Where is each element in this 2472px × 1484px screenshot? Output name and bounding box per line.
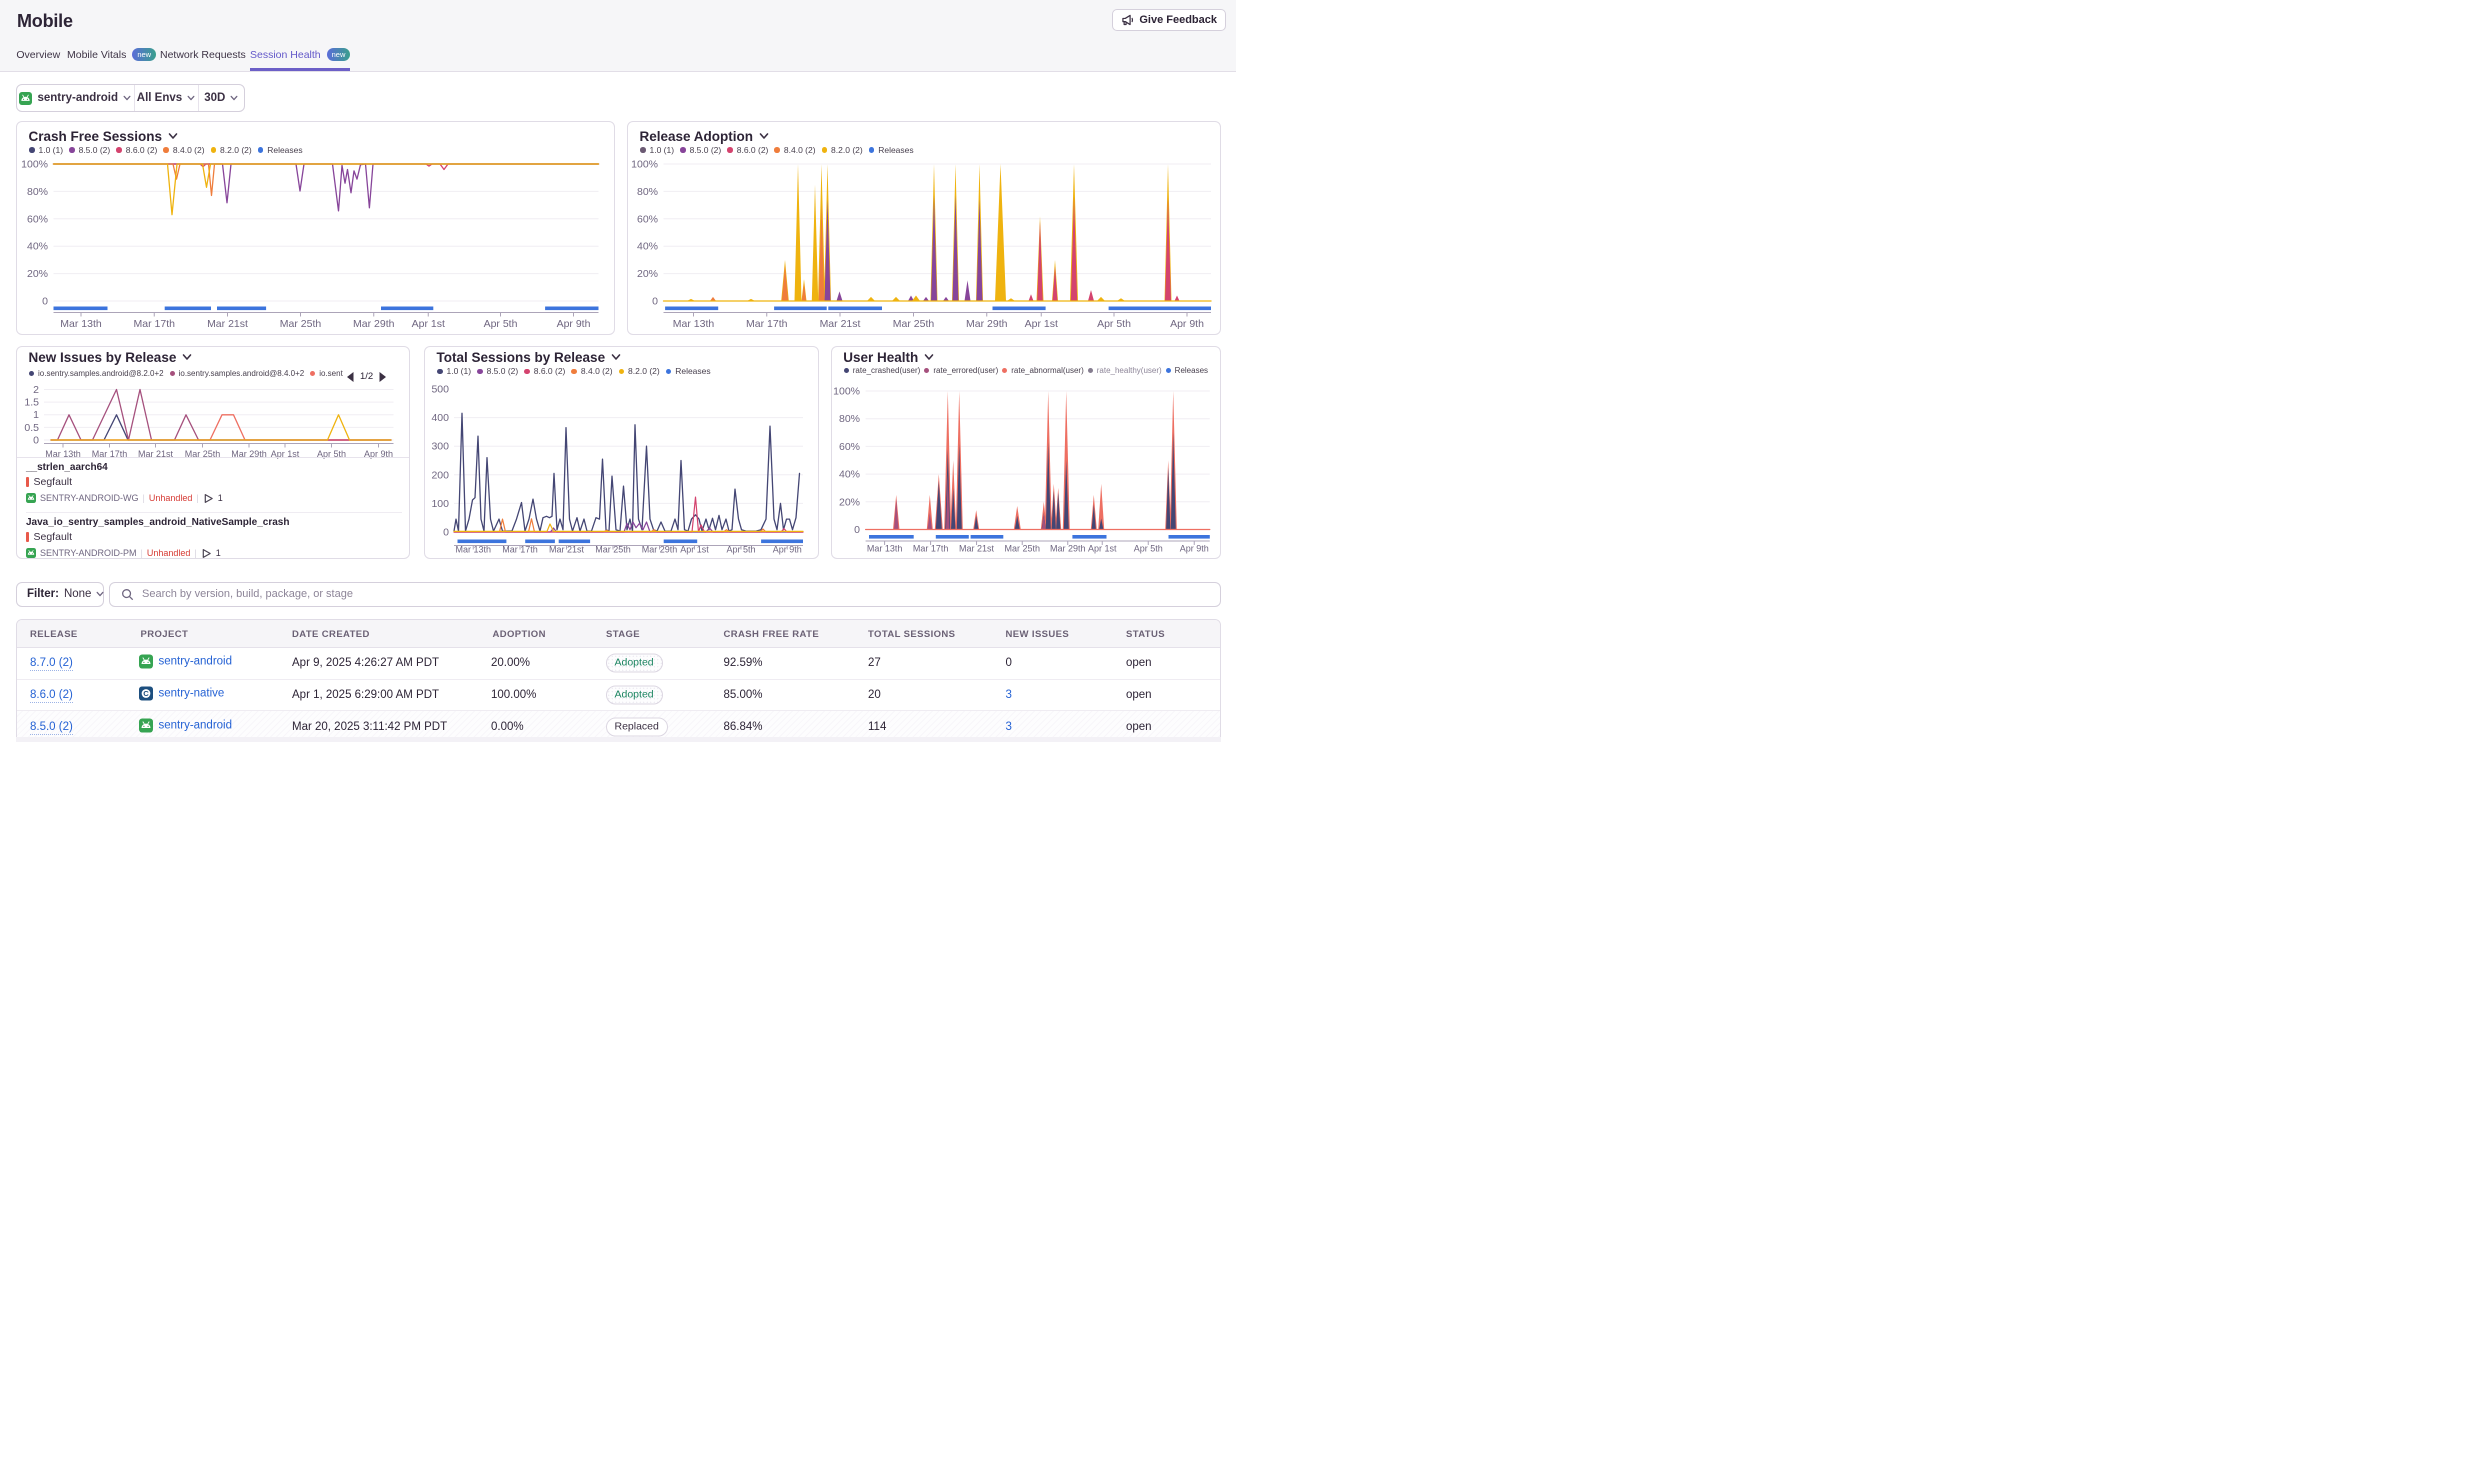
svg-text:Mar 13th: Mar 13th: [673, 318, 715, 330]
svg-text:40%: 40%: [27, 240, 48, 252]
svg-text:0: 0: [33, 435, 39, 447]
svg-text:Apr 5th: Apr 5th: [484, 318, 518, 330]
svg-text:Mar 13th: Mar 13th: [60, 318, 102, 330]
svg-text:Apr 5th: Apr 5th: [726, 545, 755, 555]
svg-text:Apr 9th: Apr 9th: [1179, 544, 1208, 554]
svg-text:300: 300: [431, 441, 449, 453]
svg-text:0: 0: [854, 524, 860, 536]
svg-text:40%: 40%: [637, 240, 658, 252]
svg-text:Mar 21st: Mar 21st: [207, 318, 248, 330]
svg-text:100%: 100%: [833, 386, 860, 398]
svg-text:60%: 60%: [27, 213, 48, 225]
svg-text:Mar 21st: Mar 21st: [820, 318, 861, 330]
svg-text:Mar 17th: Mar 17th: [134, 318, 176, 330]
svg-text:Mar 17th: Mar 17th: [746, 318, 788, 330]
svg-text:Apr 5th: Apr 5th: [1133, 544, 1162, 554]
svg-text:0: 0: [443, 527, 449, 539]
svg-text:Mar 29th: Mar 29th: [353, 318, 395, 330]
svg-text:0: 0: [652, 295, 658, 307]
svg-text:60%: 60%: [839, 441, 860, 453]
svg-text:Mar 13th: Mar 13th: [867, 544, 903, 554]
svg-text:400: 400: [431, 412, 449, 424]
svg-text:C: C: [143, 689, 149, 698]
svg-text:100%: 100%: [631, 158, 658, 170]
svg-text:Apr 1st: Apr 1st: [1025, 318, 1058, 330]
svg-text:80%: 80%: [27, 185, 48, 197]
svg-text:20%: 20%: [27, 268, 48, 280]
svg-text:Mar 13th: Mar 13th: [455, 545, 491, 555]
svg-text:0: 0: [42, 295, 48, 307]
svg-text:Apr 1st: Apr 1st: [1088, 544, 1117, 554]
svg-text:0.5: 0.5: [24, 422, 39, 434]
svg-text:Mar 29th: Mar 29th: [642, 545, 678, 555]
svg-text:1.5: 1.5: [24, 397, 39, 409]
svg-text:Apr 1st: Apr 1st: [412, 318, 445, 330]
svg-text:Mar 29th: Mar 29th: [966, 318, 1008, 330]
svg-text:500: 500: [431, 384, 449, 396]
svg-text:Mar 25th: Mar 25th: [595, 545, 631, 555]
svg-text:20%: 20%: [839, 496, 860, 508]
svg-text:2: 2: [33, 384, 39, 396]
svg-text:Apr 9th: Apr 9th: [1170, 318, 1204, 330]
svg-text:Apr 9th: Apr 9th: [557, 318, 591, 330]
svg-text:Mar 25th: Mar 25th: [893, 318, 935, 330]
svg-text:Mar 17th: Mar 17th: [913, 544, 949, 554]
svg-text:Mar 25th: Mar 25th: [1004, 544, 1040, 554]
svg-text:100: 100: [431, 498, 449, 510]
svg-text:60%: 60%: [637, 213, 658, 225]
svg-text:Mar 17th: Mar 17th: [502, 545, 538, 555]
svg-text:Apr 9th: Apr 9th: [773, 545, 802, 555]
svg-text:20%: 20%: [637, 268, 658, 280]
svg-text:Mar 25th: Mar 25th: [280, 318, 322, 330]
svg-text:Apr 1st: Apr 1st: [680, 545, 709, 555]
svg-text:80%: 80%: [839, 413, 860, 425]
svg-text:200: 200: [431, 469, 449, 481]
svg-text:Mar 21st: Mar 21st: [549, 545, 585, 555]
svg-text:Apr 5th: Apr 5th: [1097, 318, 1131, 330]
svg-text:100%: 100%: [21, 158, 48, 170]
svg-text:Mar 29th: Mar 29th: [1050, 544, 1086, 554]
svg-text:80%: 80%: [637, 185, 658, 197]
svg-text:40%: 40%: [839, 469, 860, 481]
svg-text:Mar 21st: Mar 21st: [959, 544, 995, 554]
svg-text:1: 1: [33, 409, 39, 421]
